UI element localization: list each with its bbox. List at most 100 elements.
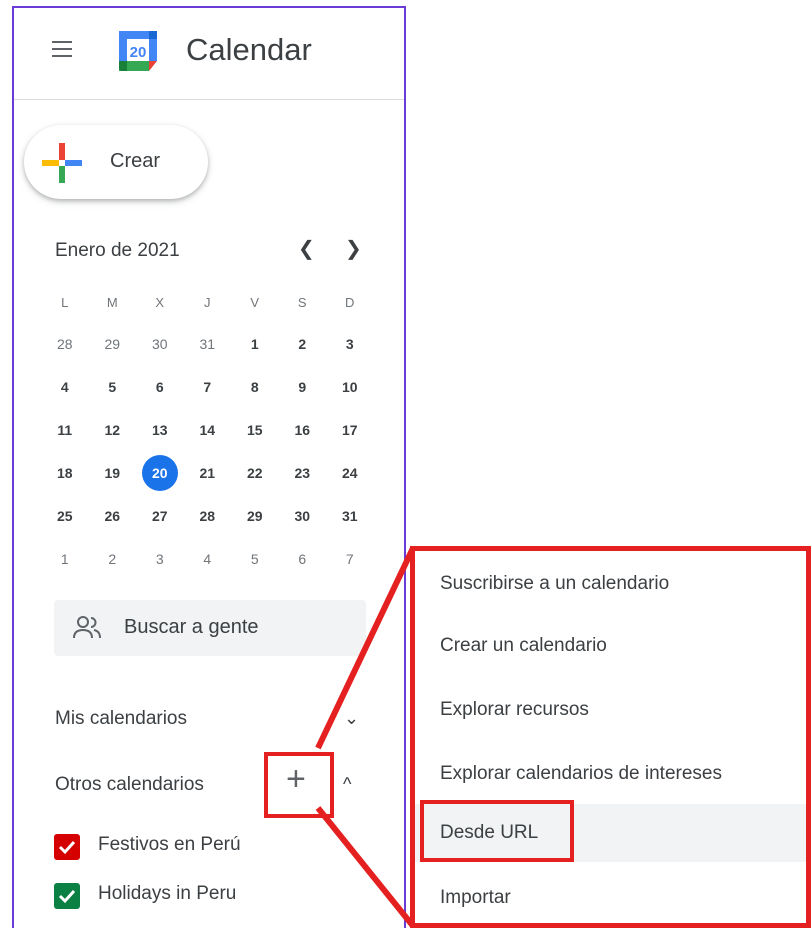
menu-item-desde-url[interactable]: Desde URL — [415, 804, 806, 862]
menu-item-crear-un-calendario[interactable]: Crear un calendario — [415, 617, 806, 675]
chevron-right-icon[interactable]: ❯ — [345, 236, 362, 261]
calendar-day[interactable]: 13 — [136, 422, 184, 438]
calendar-day[interactable]: 21 — [184, 465, 232, 481]
menu-item-explorar-calendarios-de-intereses[interactable]: Explorar calendarios de intereses — [415, 745, 806, 803]
hamburger-menu-icon[interactable] — [52, 41, 74, 59]
calendar-day[interactable]: 6 — [136, 379, 184, 395]
calendar-week-row: 1 2 3 4 5 6 7 — [41, 537, 381, 580]
menu-item-label: Suscribirse a un calendario — [440, 573, 670, 594]
calendar-day[interactable]: 29 — [89, 336, 137, 352]
create-button[interactable]: Crear — [24, 125, 208, 199]
calendar-day[interactable]: 24 — [326, 465, 374, 481]
calendar-day[interactable]: 3 — [136, 551, 184, 567]
day-number: 14 — [199, 421, 216, 438]
add-other-calendars-button[interactable]: + — [264, 752, 334, 818]
calendar-day[interactable]: 25 — [41, 508, 89, 524]
calendar-day[interactable]: 22 — [231, 465, 279, 481]
calendar-day[interactable]: 16 — [279, 422, 327, 438]
calendar-day[interactable]: 4 — [41, 379, 89, 395]
calendar-day[interactable]: 2 — [89, 551, 137, 567]
menu-item-importar[interactable]: Importar — [415, 869, 806, 927]
calendar-item-label: Holidays in Peru — [98, 883, 237, 904]
menu-item-explorar-recursos[interactable]: Explorar recursos — [415, 681, 806, 739]
calendar-day[interactable]: 11 — [41, 422, 89, 438]
day-number: 30 — [151, 335, 168, 352]
day-number: 31 — [199, 335, 216, 352]
calendar-week-row: 28 29 30 31 1 2 3 — [41, 322, 381, 365]
day-number: 22 — [246, 464, 263, 481]
other-calendars-title[interactable]: Otros calendarios — [55, 774, 204, 796]
weekday-header: J — [204, 294, 211, 310]
calendar-day[interactable]: 26 — [89, 508, 137, 524]
calendar-day[interactable]: 30 — [279, 508, 327, 524]
calendar-day[interactable]: 7 — [326, 551, 374, 567]
calendar-day[interactable]: 23 — [279, 465, 327, 481]
day-number: 2 — [298, 335, 307, 352]
calendar-day[interactable]: 2 — [279, 336, 327, 352]
day-number: 7 — [345, 550, 354, 567]
day-number: 30 — [294, 507, 311, 524]
day-number: 21 — [199, 464, 216, 481]
calendar-week-row: 4 5 6 7 8 9 10 — [41, 365, 381, 408]
chevron-left-icon[interactable]: ❮ — [298, 236, 315, 261]
calendar-day[interactable]: 28 — [41, 336, 89, 352]
day-number: 3 — [345, 335, 354, 352]
mini-calendar-month: Enero de 2021 — [55, 240, 180, 261]
calendar-sidebar: 20 Calendar Crear Enero de 2021 ❮ ❯ L M X J… — [12, 6, 406, 928]
calendar-day[interactable]: 27 — [136, 508, 184, 524]
day-number: 5 — [108, 378, 117, 395]
chevron-up-icon[interactable]: ^ — [343, 774, 351, 795]
my-calendars-title[interactable]: Mis calendarios — [55, 708, 187, 730]
calendar-day[interactable]: 29 — [231, 508, 279, 524]
calendar-day[interactable]: 9 — [279, 379, 327, 395]
day-number: 1 — [250, 335, 259, 352]
create-button-label: Crear — [110, 150, 161, 172]
checkbox-checked-icon[interactable] — [54, 834, 80, 860]
day-number: 26 — [104, 507, 121, 524]
app-title: Calendar — [186, 32, 312, 67]
checkbox-checked-icon[interactable] — [54, 883, 80, 909]
calendar-day[interactable]: 3 — [326, 336, 374, 352]
calendar-day[interactable]: 4 — [184, 551, 232, 567]
calendar-day[interactable]: 31 — [326, 508, 374, 524]
calendar-day[interactable]: 17 — [326, 422, 374, 438]
day-number: 16 — [294, 421, 311, 438]
menu-item-suscribirse-a-un-calendario[interactable]: Suscribirse a un calendario — [415, 555, 806, 613]
menu-item-label: Crear un calendario — [440, 635, 607, 656]
weekday-header: S — [297, 294, 307, 310]
chevron-down-icon[interactable]: ⌄ — [344, 708, 359, 729]
calendar-day[interactable]: 14 — [184, 422, 232, 438]
calendar-day[interactable]: 15 — [231, 422, 279, 438]
calendar-day[interactable]: 6 — [279, 551, 327, 567]
calendar-day[interactable]: 10 — [326, 379, 374, 395]
calendar-week-row: 18 19 20 21 22 23 24 — [41, 451, 381, 494]
calendar-week-row: 25 26 27 28 29 30 31 — [41, 494, 381, 537]
day-number: 6 — [155, 378, 164, 395]
calendar-day[interactable]: 1 — [41, 551, 89, 567]
calendar-day[interactable]: 5 — [89, 379, 137, 395]
calendar-day[interactable]: 1 — [231, 336, 279, 352]
calendar-day[interactable]: 8 — [231, 379, 279, 395]
day-number: 20 — [141, 454, 178, 491]
google-calendar-logo[interactable]: 20 — [116, 28, 160, 74]
calendar-day[interactable]: 28 — [184, 508, 232, 524]
calendar-day[interactable]: 5 — [231, 551, 279, 567]
day-number: 4 — [60, 378, 69, 395]
day-number: 28 — [56, 335, 73, 352]
calendar-day[interactable]: 18 — [41, 465, 89, 481]
plus-icon: + — [286, 760, 306, 798]
day-number: 5 — [250, 550, 259, 567]
day-number: 24 — [341, 464, 358, 481]
mini-calendar-grid: L M X J V S D 28 29 30 31 1 2 3 4 5 6 7 8 9 10 11 12 13 14 15 16 17… — [41, 282, 381, 580]
day-number: 18 — [56, 464, 73, 481]
calendar-day[interactable]: 30 — [136, 336, 184, 352]
logo-day-number: 20 — [130, 44, 147, 61]
calendar-day[interactable]: 7 — [184, 379, 232, 395]
calendar-day[interactable]: 19 — [89, 465, 137, 481]
calendar-day-today[interactable]: 20 — [136, 454, 184, 491]
app-header: 20 Calendar — [14, 8, 404, 100]
calendar-day[interactable]: 12 — [89, 422, 137, 438]
calendar-item-label: Festivos en Perú — [98, 834, 241, 855]
search-people-input[interactable]: Buscar a gente — [54, 600, 366, 656]
calendar-day[interactable]: 31 — [184, 336, 232, 352]
